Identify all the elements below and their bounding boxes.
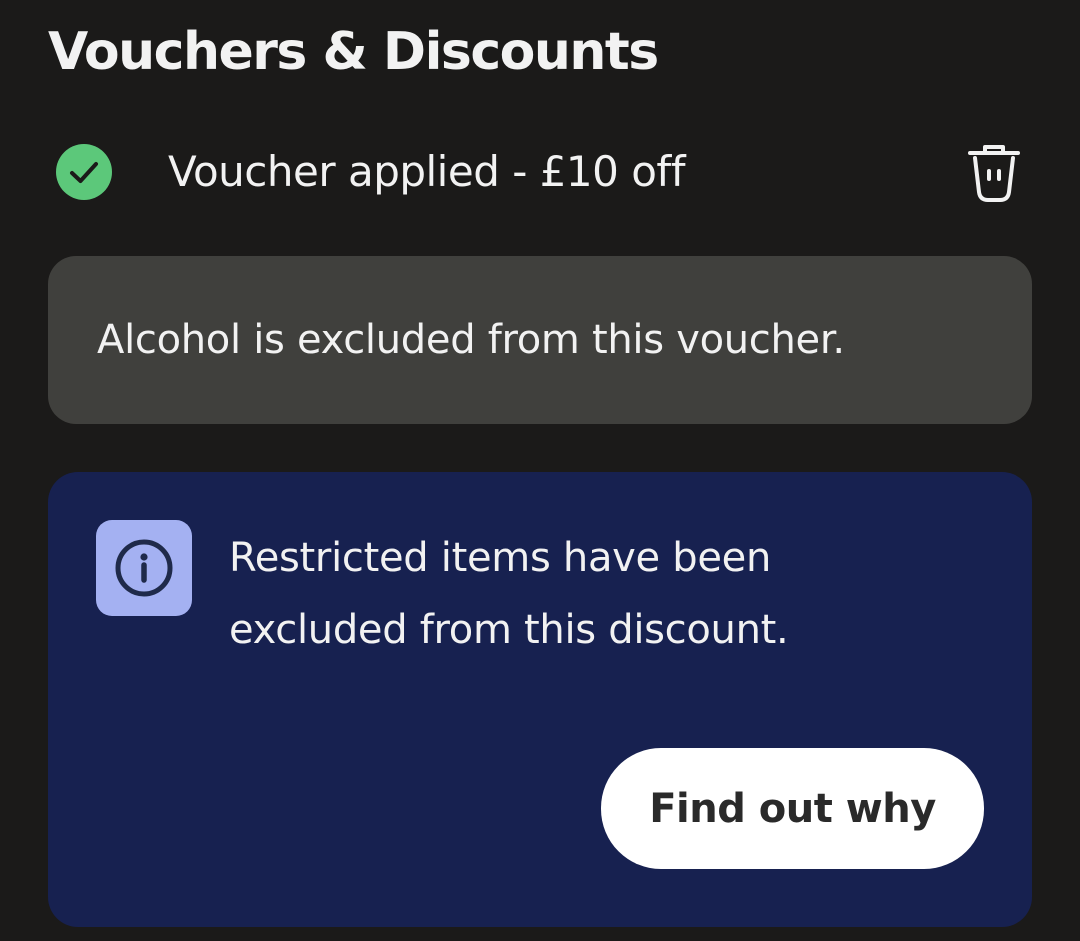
exclusion-notice: Alcohol is excluded from this voucher.	[48, 256, 1032, 424]
trash-icon[interactable]	[964, 144, 1024, 204]
page-title: Vouchers & Discounts	[48, 22, 659, 82]
check-circle-icon	[56, 144, 112, 200]
voucher-status-text: Voucher applied - £10 off	[168, 147, 686, 196]
info-icon-badge	[96, 520, 192, 616]
find-out-why-button[interactable]: Find out why	[601, 748, 984, 869]
info-notice-text: Restricted items have been excluded from…	[229, 535, 789, 653]
info-notice: Restricted items have been excluded from…	[48, 472, 1032, 927]
exclusion-notice-text: Alcohol is excluded from this voucher.	[97, 317, 845, 363]
voucher-status-row: Voucher applied - £10 off	[48, 132, 1032, 216]
